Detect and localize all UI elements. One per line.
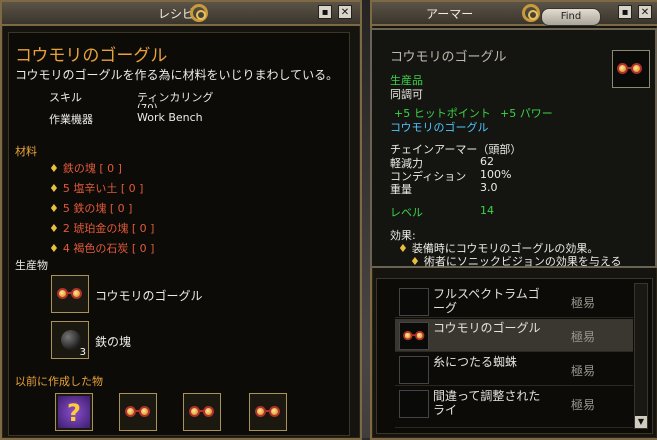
question-mark-icon: ? <box>58 396 90 428</box>
product-quantity: 3 <box>79 347 86 358</box>
level-label: レベル <box>390 206 423 219</box>
item-name: 糸につたる蜘蛛 <box>433 355 518 369</box>
list-item[interactable]: フルスペクトラムゴーグ 極易 <box>395 285 633 318</box>
effect-line: ♦ 術者にソニックビジョンの効果を与える <box>410 255 622 268</box>
recipe-description: コウモリのゴーグルを作る為に材料をいじりまわしている。 <box>15 68 339 82</box>
item-difficulty: 極易 <box>571 296 596 310</box>
materials-heading: 材料 <box>15 145 37 158</box>
tooltip-item-name: コウモリのゴーグル <box>390 50 507 65</box>
recipe-item-name: コウモリのゴーグル <box>15 46 168 66</box>
stat-value: 62 <box>480 155 494 168</box>
item-difficulty: 極易 <box>571 330 596 344</box>
stat-label: 重量 <box>390 183 412 196</box>
recipe-window: レシピ ▪ ✕ コウモリのゴーグル コウモリのゴーグルを作る為に材料をいじりまわ… <box>0 0 362 440</box>
tooltip-item-icon <box>612 50 650 88</box>
bat-goggles-icon <box>399 322 429 350</box>
bat-goggles-icon <box>255 404 283 420</box>
material-item: ♦ 5 鉄の塊 [ 0 ] <box>49 202 133 215</box>
wand-icon <box>399 390 429 418</box>
recipe-titlebar[interactable]: レシピ ▪ ✕ <box>2 2 360 26</box>
item-tooltip: コウモリのゴーグル 生産品 同調可 +5 ヒットポイント +5 パワー コウモリ… <box>370 28 657 268</box>
list-item[interactable]: 間違って調整されたライ 極易 <box>395 387 633 428</box>
level-value: 14 <box>480 204 494 217</box>
list-scrollbar[interactable]: ▼ <box>634 283 648 429</box>
scroll-down-button[interactable]: ▼ <box>635 416 647 428</box>
bat-goggles-icon <box>189 404 217 420</box>
armor-list-panel: フルスペクトラムゴーグ 極易 コウモリのゴーグル 極易 糸につたる蜘蛛 極易 間… <box>376 278 653 434</box>
material-item: ♦ 鉄の塊 [ 0 ] <box>49 162 122 175</box>
stat-value: 100% <box>480 168 512 181</box>
skill-value: ティンカリング <box>137 91 214 103</box>
armor-window-title: アーマー <box>426 7 474 21</box>
recipe-window-title: レシピ <box>158 7 195 21</box>
previous-item-slot[interactable] <box>119 393 157 431</box>
recipe-content: コウモリのゴーグル コウモリのゴーグルを作る為に材料をいじりまわしている。 スキ… <box>8 32 350 436</box>
item-name: コウモリのゴーグル <box>433 321 541 335</box>
previous-item-slot[interactable]: ? <box>55 393 93 431</box>
material-item: ♦ 5 塩辛い土 [ 0 ] <box>49 182 144 195</box>
previous-item-slot[interactable] <box>249 393 287 431</box>
stat-value: 3.0 <box>480 181 498 194</box>
close-button[interactable]: ✕ <box>638 5 652 19</box>
iron-lump-icon <box>61 330 81 350</box>
bat-goggles-icon <box>617 61 645 77</box>
skill-label: スキル <box>49 91 82 104</box>
minimize-button[interactable]: ▪ <box>618 5 632 19</box>
material-item: ♦ 4 褐色の石炭 [ 0 ] <box>49 242 155 255</box>
product-name: コウモリのゴーグル <box>95 289 203 303</box>
set-name: コウモリのゴーグル <box>390 121 489 134</box>
find-button[interactable]: Find <box>541 8 601 26</box>
tool-label: 作業機器 <box>49 113 93 126</box>
bat-goggles-icon <box>125 404 153 420</box>
item-difficulty: 極易 <box>571 364 596 378</box>
material-item: ♦ 2 琥珀金の塊 [ 0 ] <box>49 222 155 235</box>
list-item-selected[interactable]: コウモリのゴーグル 極易 <box>395 319 633 352</box>
bonus-power: +5 パワー <box>500 107 553 120</box>
minimize-button[interactable]: ▪ <box>318 5 332 19</box>
tool-value: Work Bench <box>137 111 203 124</box>
armor-titlebar[interactable]: アーマー ▪ ✕ <box>372 2 657 26</box>
prism-goggles-icon <box>399 288 429 316</box>
product-name: 鉄の塊 <box>95 335 132 349</box>
close-button[interactable]: ✕ <box>338 5 352 19</box>
tunable-label: 同調可 <box>390 88 423 101</box>
product-slot-iron[interactable]: 3 <box>51 321 89 359</box>
item-difficulty: 極易 <box>571 398 596 412</box>
item-name: 間違って調整されたライ <box>433 389 541 417</box>
previous-item-slot[interactable] <box>183 393 221 431</box>
spider-icon <box>399 356 429 384</box>
previous-heading: 以前に作成した物 <box>15 375 103 388</box>
ornament-swirl-icon <box>522 4 540 22</box>
skill-level: (70) <box>137 103 158 108</box>
product-slot-goggles[interactable] <box>51 275 89 313</box>
products-heading: 生産物 <box>15 259 48 272</box>
list-item[interactable]: 糸につたる蜘蛛 極易 <box>395 353 633 386</box>
bat-goggles-icon <box>57 286 85 302</box>
item-name: フルスペクトラムゴーグ <box>433 287 540 315</box>
ornament-swirl-icon <box>190 4 208 22</box>
